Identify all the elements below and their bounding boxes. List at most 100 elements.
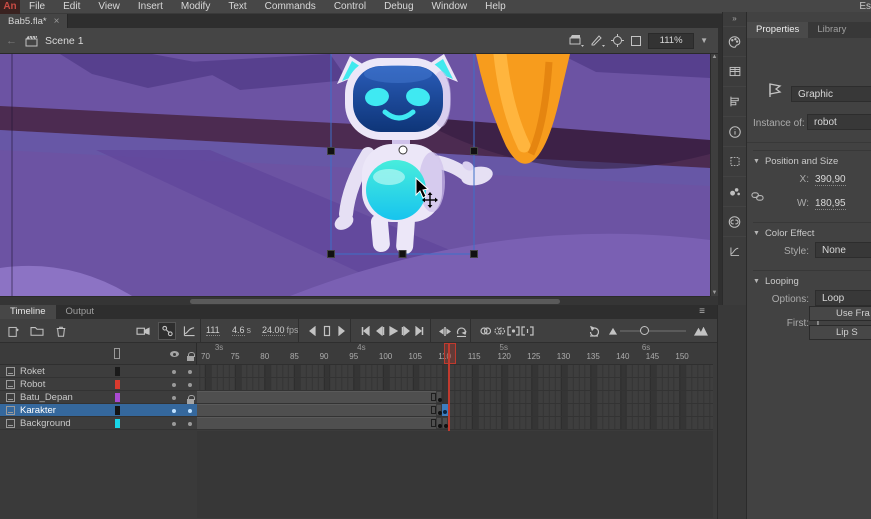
menu-help[interactable]: Help [476,0,515,14]
tab-timeline[interactable]: Timeline [0,305,56,319]
layer-row-karakter[interactable]: Karakter [0,404,197,417]
scrollbar-thumb[interactable] [190,299,560,304]
layer-outline-color[interactable] [115,380,120,389]
menu-view[interactable]: View [89,0,129,14]
frame-span[interactable] [197,404,436,416]
new-layer-icon[interactable] [4,322,22,340]
section-looping[interactable]: ▼Looping [753,270,871,287]
menu-control[interactable]: Control [325,0,375,14]
layer-visibility-dot[interactable] [172,396,176,400]
info-panel-icon[interactable] [723,116,747,146]
frame-row-karakter[interactable] [197,404,713,417]
layer-outline-color[interactable] [115,406,120,415]
workspace-switcher[interactable]: Es [859,1,871,12]
menu-modify[interactable]: Modify [172,0,219,14]
frame-row-roket[interactable] [197,365,713,378]
current-frame-value[interactable]: 111 [206,325,220,335]
delete-trash-icon[interactable] [52,322,70,340]
link-dimensions-icon[interactable] [751,190,764,206]
reset-zoom-icon[interactable] [585,322,603,340]
color-panel-icon[interactable] [723,26,747,56]
frame-graph-icon[interactable] [180,322,198,340]
layer-lock-dot[interactable] [188,409,192,413]
section-position-and-size[interactable]: ▼Position and Size [753,150,871,167]
back-icon[interactable]: ← [6,35,17,47]
menu-insert[interactable]: Insert [129,0,172,14]
menu-file[interactable]: File [20,0,54,14]
layer-row-batu_depan[interactable]: Batu_Depan [0,391,197,404]
tab-library[interactable]: Library [808,22,855,38]
slider-knob[interactable] [640,326,649,335]
new-folder-icon[interactable] [28,322,46,340]
prop-hot-value[interactable]: 180,95 [815,198,846,210]
document-tab[interactable]: Bab5.fla* × [0,14,68,28]
fps-number[interactable]: 24.00 [262,325,285,336]
layer-visibility-dot[interactable] [172,409,176,413]
cc-libraries-icon[interactable] [723,206,747,236]
keyframe-cell[interactable] [436,391,442,403]
frame-row-background[interactable] [197,417,713,430]
layer-parenting-icon[interactable] [158,322,176,340]
time-number[interactable]: 4.6 [232,325,245,336]
prop-dropdown[interactable]: None [815,242,871,258]
zoom-level-input[interactable]: 111% [648,33,694,49]
elapsed-time-value[interactable]: 4.6s [232,325,251,335]
frame-grid[interactable] [197,365,713,431]
collapse-panels-icon[interactable]: » [732,12,736,26]
menu-debug[interactable]: Debug [375,0,422,14]
layer-outline-color[interactable] [115,419,120,428]
edit-scene-icon[interactable] [569,34,584,47]
layer-row-background[interactable]: Background [0,417,197,430]
next-frame-icon[interactable] [332,322,350,340]
frame-row-batu_depan[interactable] [197,391,713,404]
center-frame-icon[interactable] [611,34,624,47]
menu-edit[interactable]: Edit [54,0,89,14]
layer-row-robot[interactable]: Robot [0,378,197,391]
layer-outline-color[interactable] [115,393,120,402]
zoom-in-frames-icon[interactable] [692,322,710,340]
go-last-icon[interactable] [410,322,428,340]
stage-horizontal-scrollbar[interactable] [0,296,710,305]
tab-properties[interactable]: Properties [747,22,808,38]
menu-window[interactable]: Window [423,0,477,14]
frame-number[interactable]: 111 [206,325,220,336]
panel-menu-icon[interactable]: ≡ [699,306,705,317]
stage-canvas[interactable] [0,54,710,296]
frame-span[interactable] [197,417,436,429]
instance-name-field[interactable]: robot [807,114,871,130]
close-icon[interactable]: × [54,16,60,27]
frame-rate-value[interactable]: 24.00fps [262,325,299,335]
menu-commands[interactable]: Commands [256,0,325,14]
timeline-zoom-slider[interactable] [620,330,686,332]
swatches-panel-icon[interactable] [723,56,747,86]
stage-vertical-scrollbar[interactable]: ▲▼ [710,54,718,296]
frame-row-robot[interactable] [197,378,713,391]
behavior-dropdown[interactable]: Graphic [791,86,871,102]
layer-outline-color[interactable] [115,367,120,376]
frame-span[interactable] [197,391,436,403]
brush-library-icon[interactable] [723,176,747,206]
zoom-dropdown-icon[interactable]: ▼ [700,36,708,45]
menu-text[interactable]: Text [219,0,255,14]
scene-name[interactable]: Scene 1 [45,35,84,47]
layer-visibility-dot[interactable] [172,422,176,426]
clip-content-icon[interactable] [630,35,642,47]
align-panel-icon[interactable] [723,86,747,116]
layer-lock-dot[interactable] [188,370,192,374]
button-lip-s[interactable]: Lip S [809,325,871,340]
motion-editor-icon[interactable] [723,236,747,266]
playhead-marker[interactable] [444,343,456,364]
app-logo[interactable]: An [0,0,20,14]
section-color-effect[interactable]: ▼Color Effect [753,222,871,239]
loop-playback-icon[interactable] [452,322,470,340]
layer-visibility-dot[interactable] [172,370,176,374]
button-use-fra[interactable]: Use Fra [809,306,871,321]
transform-panel-icon[interactable] [723,146,747,176]
tab-output[interactable]: Output [56,305,105,319]
layer-row-roket[interactable]: Roket [0,365,197,378]
prop-hot-value[interactable]: 390,90 [815,174,846,186]
modify-markers-icon[interactable] [518,322,536,340]
layer-lock-dot[interactable] [188,383,192,387]
edit-symbols-icon[interactable] [590,34,605,47]
prop-dropdown[interactable]: Loop [815,290,871,306]
